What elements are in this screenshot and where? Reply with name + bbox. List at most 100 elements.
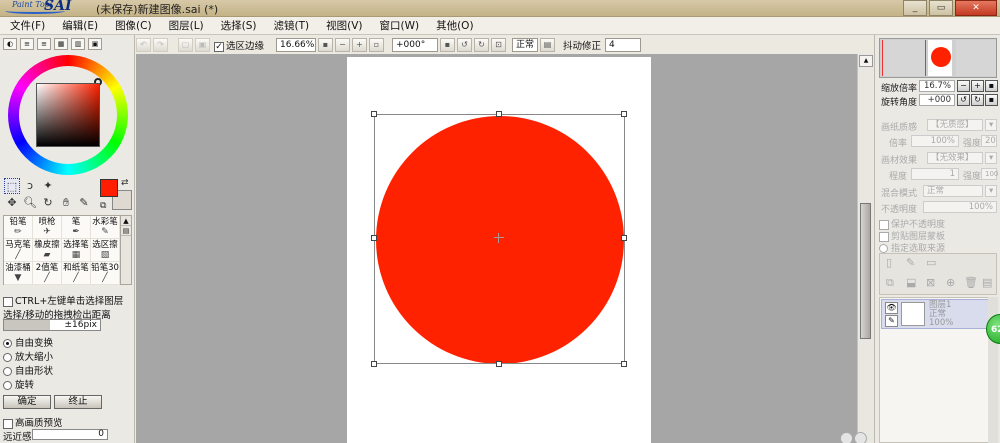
- rgb-slider-tab-icon[interactable]: ≡: [20, 38, 34, 50]
- nav-rotate-field[interactable]: +000: [919, 94, 955, 106]
- brush-binary-pen[interactable]: 2值笔 ╱: [33, 262, 62, 285]
- stabilizer-select[interactable]: 4: [605, 38, 642, 52]
- mode-rotate[interactable]: 旋转: [3, 377, 34, 391]
- selection-source-radio[interactable]: [879, 244, 888, 253]
- radio-rotate[interactable]: [3, 381, 12, 390]
- brush-pen[interactable]: 笔 ✒: [62, 216, 91, 239]
- radio-free-shape[interactable]: [3, 367, 12, 376]
- rotation-field[interactable]: +000°: [392, 38, 439, 52]
- scroll-up-icon[interactable]: ▲: [121, 216, 131, 226]
- view-mode-icon[interactable]: ▤: [540, 38, 556, 52]
- swatch-tab-icon[interactable]: ▦: [54, 38, 68, 50]
- undo-icon[interactable]: ↶: [136, 38, 151, 52]
- protect-opacity-checkbox[interactable]: [879, 219, 889, 230]
- scroll-page-icon[interactable]: ▤: [121, 226, 131, 236]
- new-linework-layer-icon[interactable]: ✎: [906, 256, 915, 269]
- navigator-preview[interactable]: [879, 38, 997, 78]
- foreground-color[interactable]: [100, 179, 118, 197]
- deselect-icon[interactable]: ▢: [178, 38, 193, 52]
- paper-scale-field[interactable]: 100%: [911, 135, 959, 147]
- radio-free-transform[interactable]: [3, 339, 12, 348]
- nav-zoom-field[interactable]: 16.7%: [919, 80, 955, 92]
- ctrl-click-option[interactable]: CTRL+左键单击选择图层: [3, 293, 123, 307]
- transform-handle-t[interactable]: [496, 111, 502, 117]
- redo-icon[interactable]: ↷: [153, 38, 168, 52]
- brush-bucket[interactable]: 油漆桶 ▼: [4, 262, 33, 285]
- eyedropper-icon[interactable]: ✎: [76, 195, 92, 211]
- new-folder-icon[interactable]: ▭: [926, 256, 936, 269]
- transform-handle-r[interactable]: [621, 235, 627, 241]
- transform-center-icon[interactable]: [494, 233, 504, 243]
- brush-watercolor[interactable]: 水彩笔 ✎: [91, 216, 120, 239]
- radio-scale[interactable]: [3, 353, 12, 362]
- minimize-button[interactable]: _: [903, 0, 927, 16]
- blend-mode-select[interactable]: 正常: [923, 185, 983, 197]
- mixer-tab-icon[interactable]: ▥: [71, 38, 85, 50]
- ok-button[interactable]: 确定: [3, 395, 51, 409]
- flip-icon[interactable]: ⊡: [491, 38, 507, 52]
- layer-item[interactable]: 👁︎ ✎ 图层1 正常 100%: [881, 299, 996, 329]
- drag-threshold-slider[interactable]: ±16pix: [3, 319, 101, 331]
- scroll-thumb[interactable]: [860, 203, 871, 339]
- brush-washi-pen[interactable]: 和纸笔 ╱: [62, 262, 91, 285]
- merge-down-icon[interactable]: ⧉: [886, 276, 894, 290]
- hsv-slider-tab-icon[interactable]: ≡: [37, 38, 51, 50]
- menu-file[interactable]: 文件(F): [10, 18, 45, 33]
- canvas-vertical-scrollbar[interactable]: ▲: [857, 54, 873, 443]
- delete-layer-icon[interactable]: 🗑︎: [964, 276, 978, 289]
- brush-marker[interactable]: 马克笔 ╱: [4, 239, 33, 262]
- material-degree-field[interactable]: 1: [911, 168, 959, 180]
- rotate-left-icon[interactable]: ↺: [457, 38, 473, 52]
- zoom-in-icon[interactable]: +: [352, 38, 368, 52]
- saturation-value-square[interactable]: [36, 83, 100, 147]
- transform-handle-tl[interactable]: [371, 111, 377, 117]
- brush-airbrush[interactable]: 喷枪 ✈: [33, 216, 62, 239]
- nav-rotate-right-icon[interactable]: ↻: [971, 94, 984, 106]
- hq-preview-option[interactable]: 高画质预览: [3, 415, 63, 429]
- menu-other[interactable]: 其他(O): [436, 18, 473, 33]
- zoom-reset-icon[interactable]: ▪: [318, 38, 334, 52]
- cancel-button[interactable]: 终止: [54, 395, 102, 409]
- menu-view[interactable]: 视图(V): [326, 18, 362, 33]
- mode-scale[interactable]: 放大缩小: [3, 349, 53, 363]
- transform-handle-l[interactable]: [371, 235, 377, 241]
- brush-eraser[interactable]: 橡皮擦 ▰: [33, 239, 62, 262]
- brush-pencil30[interactable]: 铅笔30 ╱: [91, 262, 120, 285]
- ctrl-click-checkbox[interactable]: [3, 296, 13, 307]
- swap-colors-icon[interactable]: ⇄: [121, 178, 129, 188]
- rotate-icon[interactable]: ↻: [40, 195, 56, 211]
- material-effect-select[interactable]: 【无效果】: [927, 152, 983, 164]
- transform-handle-b[interactable]: [496, 361, 502, 367]
- paper-strength-field[interactable]: 20: [981, 135, 997, 147]
- zoom-icon[interactable]: 🔍︎: [22, 195, 38, 211]
- copy-layer-icon[interactable]: ⊕: [946, 276, 955, 289]
- hq-preview-checkbox[interactable]: [3, 418, 13, 429]
- scratchpad-tab-icon[interactable]: ▣: [88, 38, 102, 50]
- maximize-button[interactable]: ▭: [929, 0, 953, 16]
- clear-layer-icon[interactable]: ⊠: [926, 276, 935, 289]
- layer-visibility-icon[interactable]: 👁︎: [885, 302, 898, 314]
- paper-texture-select[interactable]: 【无质感】: [927, 119, 983, 131]
- hand-icon[interactable]: ✋︎: [58, 195, 74, 211]
- brush-grid-scrollbar[interactable]: ▲ ▤: [120, 215, 132, 285]
- distance-slider[interactable]: 0: [32, 429, 108, 440]
- menu-layer[interactable]: 图层(L): [169, 18, 204, 33]
- brush-pencil[interactable]: 铅笔 ✏: [4, 216, 33, 239]
- layer-lock-icon[interactable]: ✎: [885, 315, 898, 327]
- close-button[interactable]: ✕: [955, 0, 997, 16]
- layer-options-icon[interactable]: ▤: [982, 276, 992, 289]
- new-layer-icon[interactable]: ▯: [886, 256, 892, 269]
- selection-edge-toggle[interactable]: ✓ 选区边缘: [212, 38, 266, 52]
- move-icon[interactable]: ✥: [4, 195, 20, 211]
- lasso-icon[interactable]: ↄ: [22, 178, 38, 194]
- menu-edit[interactable]: 编辑(E): [62, 18, 98, 33]
- zoom-out-icon[interactable]: −: [335, 38, 351, 52]
- menu-select[interactable]: 选择(S): [221, 18, 257, 33]
- transform-handle-tr[interactable]: [621, 111, 627, 117]
- color-wheel-tab-icon[interactable]: ◐: [3, 38, 17, 50]
- paper-texture-dropdown-icon[interactable]: ▾: [985, 119, 997, 131]
- material-strength-field[interactable]: 100: [981, 168, 998, 180]
- rect-select-icon[interactable]: ⬚: [4, 178, 20, 194]
- mode-free-transform[interactable]: 自由变换: [3, 335, 53, 349]
- nav-rotate-reset-icon[interactable]: ▪: [985, 94, 998, 106]
